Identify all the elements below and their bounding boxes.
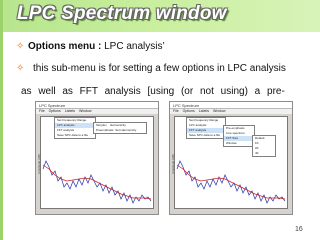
- fft-submenu: Pre-emphasis Line spectrum FFT Size Wind…: [223, 125, 255, 147]
- menu-options[interactable]: Options: [49, 109, 61, 113]
- y-axis-label: Amplitude (dB): [171, 154, 175, 174]
- bullet-1-text: LPC analysis’: [101, 41, 165, 52]
- bullet-1-label: Options menu :: [28, 41, 102, 52]
- bullet-arrow-icon: ✧: [16, 41, 25, 52]
- left-accent-border: [0, 0, 3, 240]
- window-menubar: File Options Labels Window: [170, 109, 292, 114]
- menu-item[interactable]: Save SPC data to a file: [55, 133, 95, 138]
- fft-size-submenu: Default 1K 2K 4K: [252, 135, 276, 157]
- bullet-2: this sub-menu is for setting a few optio…: [33, 63, 286, 74]
- lpc-submenu: Simplex Harmonicity Preemphasis Set Harm…: [93, 122, 147, 134]
- menu-options[interactable]: Options: [183, 109, 195, 113]
- menu-window[interactable]: Window: [79, 109, 91, 113]
- submenu-item[interactable]: 4K: [253, 151, 275, 156]
- options-dropdown: Set Frequency Range LPC analysis FFT ana…: [186, 117, 226, 139]
- window-titlebar: LPC Spectrum: [36, 102, 158, 109]
- lpc-window-screenshot-1: LPC Spectrum File Options Labels Window Set…: [35, 101, 159, 215]
- options-dropdown: Set Frequency Range LPC analysis FFT ana…: [54, 117, 96, 139]
- menu-file[interactable]: File: [39, 109, 45, 113]
- bullet-2-continuation: as well as FFT analysis [using (or not u…: [21, 86, 285, 97]
- submenu-item[interactable]: Preemphasis Set Harmonicity: [94, 128, 146, 133]
- window-titlebar: LPC Spectrum: [170, 102, 292, 109]
- y-axis-label: Amplitude (dB): [37, 154, 41, 174]
- bullet-1: Options menu : LPC analysis’: [28, 41, 165, 53]
- slide-title: LPC Spectrum window: [17, 3, 227, 24]
- menu-file[interactable]: File: [173, 109, 179, 113]
- lpc-envelope-curve: [176, 164, 286, 200]
- menu-item[interactable]: Save SPC data to a file: [187, 133, 225, 138]
- submenu-item[interactable]: Window: [224, 141, 254, 146]
- menu-window[interactable]: Window: [213, 109, 225, 113]
- menu-labels[interactable]: Labels: [199, 109, 209, 113]
- page-number: 16: [295, 226, 303, 233]
- lpc-window-screenshot-2: LPC Spectrum File Options Labels Window Set…: [169, 101, 293, 215]
- menu-labels[interactable]: Labels: [65, 109, 75, 113]
- window-menubar: File Options Labels Window: [36, 109, 158, 114]
- bullet-arrow-icon: ✧: [16, 63, 25, 74]
- lpc-envelope-curve: [42, 164, 152, 200]
